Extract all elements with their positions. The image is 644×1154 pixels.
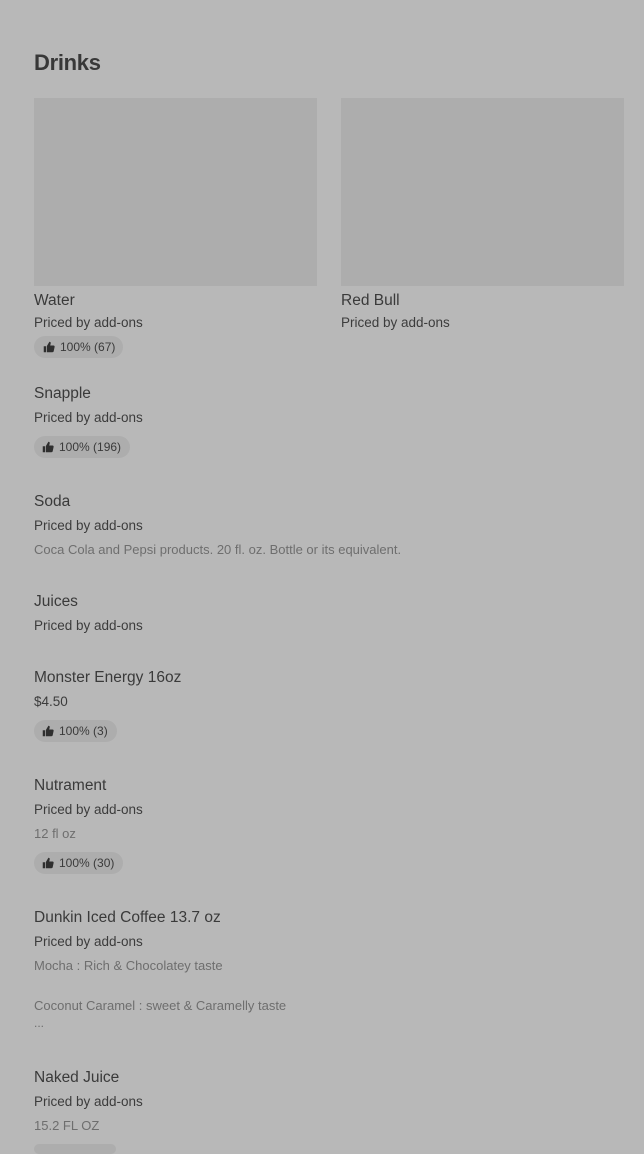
rating-badge: 100% (67)	[34, 336, 124, 358]
item-image-placeholder	[34, 98, 317, 286]
item-price: Priced by add-ons	[34, 315, 143, 330]
item-image-placeholder	[341, 98, 624, 286]
item-price: Priced by add-ons	[34, 518, 143, 533]
item-name: Nutrament	[34, 777, 107, 794]
rating-text: 100% (196)	[59, 440, 122, 454]
rating-badge: 100% (30)	[34, 852, 124, 874]
rating-text: 100% (30)	[59, 856, 115, 870]
item-name: Naked Juice	[34, 1069, 120, 1086]
item-card-red-bull[interactable]: Red Bull Priced by add-ons	[341, 98, 624, 331]
item-name: Dunkin Iced Coffee 13.7 oz	[34, 909, 221, 926]
thumbs-up-icon	[42, 441, 54, 453]
thumbs-up-icon	[42, 857, 54, 869]
menu-item-juices[interactable]: Juices Priced by add-ons	[34, 592, 614, 634]
menu-item-monster-energy[interactable]: Monster Energy 16oz $4.50 100% (3)	[34, 668, 614, 742]
item-price: Priced by add-ons	[341, 315, 450, 330]
item-description: 12 fl oz	[34, 826, 76, 841]
item-price: Priced by add-ons	[34, 618, 143, 633]
item-price: Priced by add-ons	[34, 802, 143, 817]
item-name: Soda	[34, 493, 71, 510]
menu-item-naked-juice[interactable]: Naked Juice Priced by add-ons 15.2 FL OZ	[34, 1068, 614, 1134]
menu-item-soda[interactable]: Soda Priced by add-ons Coca Cola and Pep…	[34, 492, 614, 558]
item-description: 15.2 FL OZ	[34, 1118, 100, 1133]
thumbs-up-icon	[42, 725, 54, 737]
item-name: Juices	[34, 593, 78, 610]
item-description: Coca Cola and Pepsi products. 20 fl. oz.…	[34, 542, 402, 557]
section-title: Drinks	[34, 50, 101, 75]
item-price: Priced by add-ons	[34, 934, 143, 949]
item-description-more: Coconut Caramel : sweet & Caramelly tast…	[34, 998, 287, 1013]
rating-badge: 100% (196)	[34, 436, 131, 458]
item-card-water[interactable]: Water Priced by add-ons 100% (67)	[34, 98, 317, 358]
item-description: Mocha : Rich & Chocolatey taste	[34, 958, 223, 973]
loading-placeholder	[34, 1144, 116, 1154]
item-price: $4.50	[34, 694, 68, 709]
menu-item-nutrament[interactable]: Nutrament Priced by add-ons 12 fl oz 100…	[34, 776, 614, 874]
item-name: Monster Energy 16oz	[34, 669, 182, 686]
item-name: Water	[34, 292, 75, 309]
item-price: Priced by add-ons	[34, 410, 143, 425]
item-price: Priced by add-ons	[34, 1094, 143, 1109]
menu-item-dunkin-iced-coffee[interactable]: Dunkin Iced Coffee 13.7 oz Priced by add…	[34, 908, 614, 1030]
menu-item-snapple[interactable]: Snapple Priced by add-ons 100% (196)	[34, 384, 614, 458]
rating-text: 100% (3)	[59, 724, 108, 738]
rating-badge: 100% (3)	[34, 720, 117, 742]
truncation-ellipsis: ...	[34, 1016, 45, 1030]
item-name: Snapple	[34, 385, 91, 402]
thumbs-up-icon	[43, 341, 55, 353]
item-name: Red Bull	[341, 292, 400, 309]
rating-text: 100% (67)	[60, 340, 116, 354]
